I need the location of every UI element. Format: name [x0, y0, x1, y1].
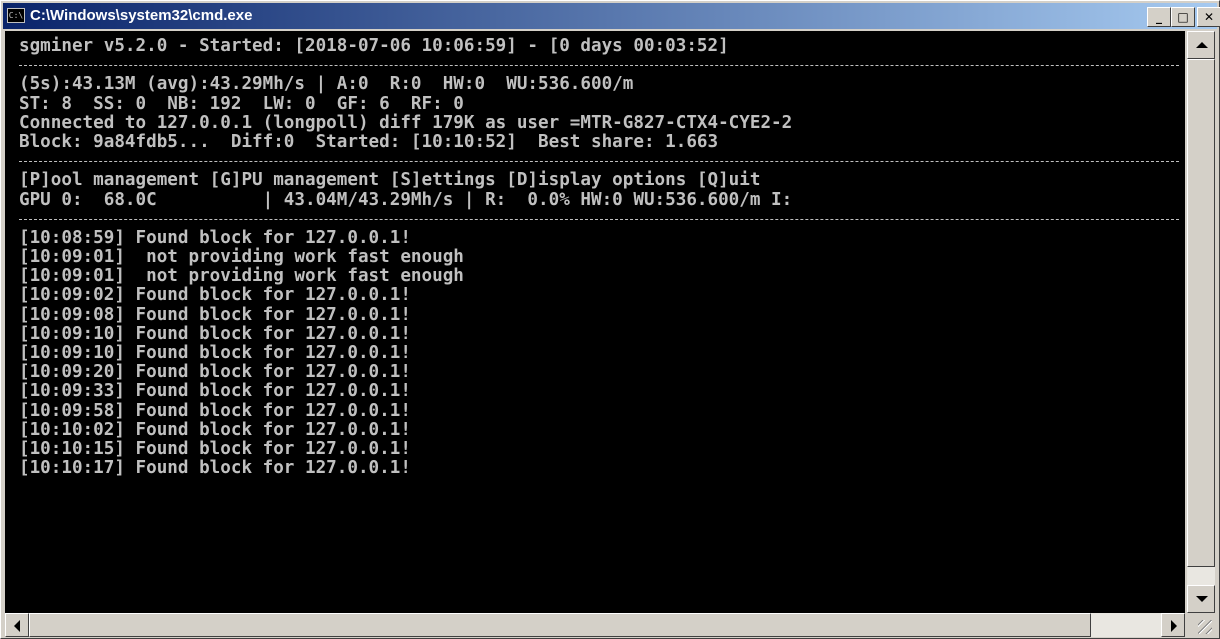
minimize-button[interactable]: _ — [1147, 7, 1171, 27]
log-line: [10:10:02] Found block for 127.0.0.1! — [19, 419, 411, 440]
log-line: [10:09:10] Found block for 127.0.0.1! — [19, 323, 411, 344]
log-line: [10:09:01] not providing work fast enoug… — [19, 247, 464, 268]
log-line: [10:09:01] not providing work fast enoug… — [19, 266, 464, 287]
horizontal-scrollbar[interactable] — [5, 613, 1185, 637]
arrow-up-icon — [1196, 42, 1208, 48]
log-line: [10:09:20] Found block for 127.0.0.1! — [19, 362, 411, 383]
cmd-app-icon[interactable]: C:\ — [7, 8, 25, 23]
console-output[interactable]: sgminer v5.2.0 - Started: [2018-07-06 10… — [5, 31, 1185, 613]
log-line: [10:10:17] Found block for 127.0.0.1! — [19, 458, 411, 479]
log-line: [10:10:15] Found block for 127.0.0.1! — [19, 438, 411, 459]
gpu-status-line: GPU 0: 68.0C | 43.04M/43.29Mh/s | R: 0.0… — [19, 189, 793, 210]
status-line: Connected to 127.0.0.1 (longpoll) diff 1… — [19, 112, 793, 133]
status-line: ST: 8 SS: 0 NB: 192 LW: 0 GF: 6 RF: 0 — [19, 93, 464, 114]
log-line: [10:09:58] Found block for 127.0.0.1! — [19, 400, 411, 421]
vertical-scroll-thumb[interactable] — [1187, 59, 1215, 567]
cmd-window: C:\ C:\Windows\system32\cmd.exe _ □ ✕ sg… — [0, 0, 1220, 639]
title-bar[interactable]: C:\ C:\Windows\system32\cmd.exe _ □ ✕ — [3, 3, 1220, 29]
separator — [19, 210, 1180, 229]
scroll-right-button[interactable] — [1161, 613, 1185, 637]
log-line: [10:09:10] Found block for 127.0.0.1! — [19, 343, 411, 363]
arrow-right-icon — [1171, 620, 1177, 632]
arrow-left-icon — [14, 620, 20, 632]
log-line: [10:09:02] Found block for 127.0.0.1! — [19, 285, 411, 306]
log-line: [10:08:59] Found block for 127.0.0.1! — [19, 227, 411, 248]
miner-header-line: sgminer v5.2.0 - Started: [2018-07-06 10… — [19, 36, 729, 56]
status-line: Block: 9a84fdb5... Diff:0 Started: [10:1… — [19, 131, 719, 152]
log-line: [10:09:33] Found block for 127.0.0.1! — [19, 381, 411, 402]
status-line: (5s):43.13M (avg):43.29Mh/s | A:0 R:0 HW… — [19, 74, 634, 95]
scroll-up-button[interactable] — [1187, 31, 1215, 59]
arrow-down-icon — [1196, 596, 1208, 602]
log-line: [10:09:08] Found block for 127.0.0.1! — [19, 304, 411, 325]
horizontal-scroll-thumb[interactable] — [29, 613, 1091, 637]
close-button[interactable]: ✕ — [1197, 7, 1220, 27]
separator — [19, 152, 1180, 171]
scroll-left-button[interactable] — [5, 613, 29, 637]
window-title: C:\Windows\system32\cmd.exe — [30, 7, 253, 24]
separator — [19, 56, 1180, 75]
resize-grip-icon[interactable] — [1187, 613, 1215, 637]
menu-line: [P]ool management [G]PU management [S]et… — [19, 170, 761, 191]
maximize-button[interactable]: □ — [1171, 7, 1195, 27]
scroll-down-button[interactable] — [1187, 585, 1215, 613]
vertical-scrollbar[interactable] — [1187, 31, 1215, 613]
